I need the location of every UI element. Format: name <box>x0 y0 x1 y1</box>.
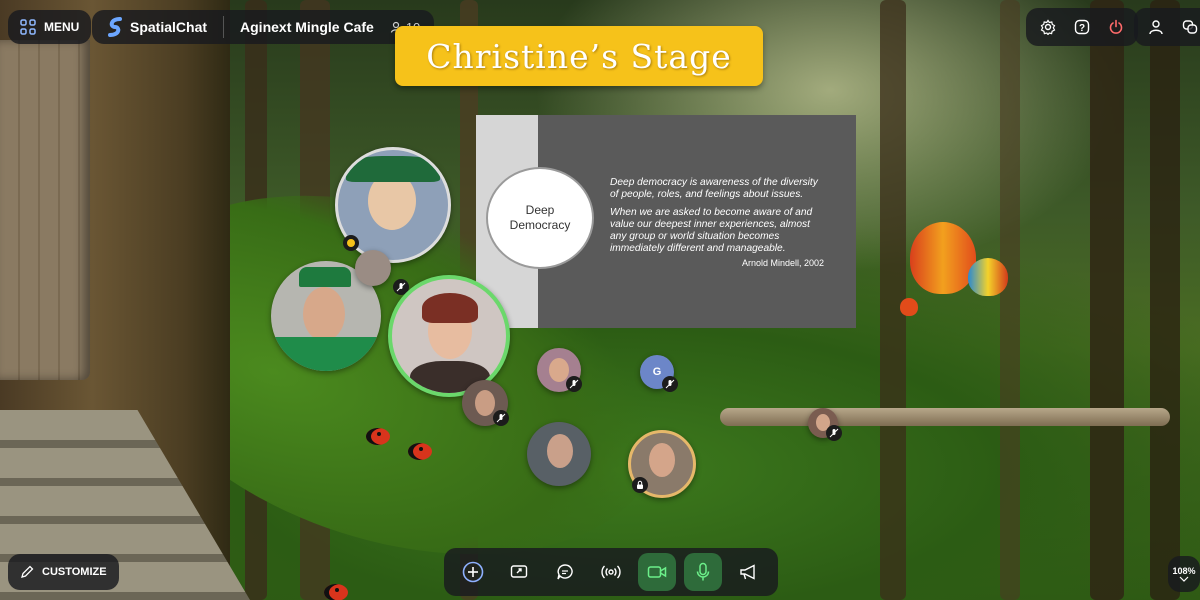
settings-group: ? <box>1026 8 1138 46</box>
quote-paragraph: When we are asked to become aware of and… <box>610 207 813 254</box>
cap <box>299 267 351 287</box>
face <box>649 443 675 477</box>
room-chat-button[interactable] <box>1176 13 1200 41</box>
avatar-initial: G <box>652 366 662 378</box>
participant-avatar[interactable] <box>355 250 391 286</box>
quote-paragraph: Deep democracy is awareness of the diver… <box>610 177 818 200</box>
crown-icon <box>347 239 355 247</box>
hot-air-balloon <box>900 298 918 316</box>
hot-air-balloon <box>910 222 976 294</box>
bottom-toolbar <box>444 548 778 596</box>
announce-button[interactable] <box>730 553 768 591</box>
chat-button[interactable] <box>546 553 584 591</box>
face <box>547 434 573 468</box>
ladybug <box>324 584 348 600</box>
chevron-down-icon <box>1179 576 1189 582</box>
camera-toggle[interactable] <box>638 553 676 591</box>
slide-circle: Deep Democracy <box>486 167 594 269</box>
ladybug <box>366 428 390 445</box>
chat-icon <box>557 564 573 580</box>
mic-off-icon <box>569 379 579 389</box>
tree-door <box>0 40 90 380</box>
tree-trunk <box>1090 0 1124 600</box>
muted-badge <box>566 376 582 392</box>
host-badge <box>343 235 359 251</box>
add-button[interactable] <box>454 553 492 591</box>
grid-menu-icon <box>20 19 36 35</box>
app-name: SpatialChat <box>130 19 208 35</box>
user-icon <box>1149 20 1163 35</box>
mic-off-icon <box>665 379 675 389</box>
app-logo: SpatialChat <box>106 16 207 38</box>
mic-off-icon <box>829 428 839 438</box>
svg-text:?: ? <box>1079 23 1085 34</box>
hair <box>422 293 478 323</box>
face <box>475 390 495 416</box>
quote-author: Arnold Mindell, 2002 <box>741 258 824 268</box>
megaphone-icon <box>740 564 755 580</box>
menu-button[interactable]: MENU <box>8 10 92 44</box>
participant-avatar[interactable] <box>527 422 591 486</box>
face <box>303 287 345 341</box>
room-name[interactable]: Aginext Mingle Cafe <box>240 19 374 35</box>
plus-icon <box>462 561 484 583</box>
room-header: SpatialChat Aginext Mingle Cafe 10 <box>92 10 435 44</box>
broadcast-button[interactable] <box>592 553 630 591</box>
lock-icon <box>637 480 643 489</box>
zoom-indicator[interactable]: 108% <box>1168 556 1200 592</box>
camera-icon <box>647 566 667 578</box>
hot-air-balloon <box>968 258 1008 296</box>
shared-screen[interactable]: Deep Democracy Deep democracy is awarene… <box>476 115 856 328</box>
settings-button[interactable] <box>1034 13 1062 41</box>
people-group <box>1134 8 1200 46</box>
pencil-icon <box>21 565 34 578</box>
customize-button[interactable]: CUSTOMIZE <box>8 554 119 590</box>
leave-button[interactable] <box>1102 13 1130 41</box>
help-button[interactable]: ? <box>1068 13 1096 41</box>
ladybug <box>408 443 432 460</box>
face <box>549 358 569 382</box>
broadcast-icon <box>601 565 621 579</box>
menu-label: MENU <box>44 20 80 34</box>
zoom-value: 108% <box>1172 566 1196 576</box>
customize-label: CUSTOMIZE <box>42 566 107 578</box>
stage-title-banner: Christine’s Stage <box>395 26 763 86</box>
header-divider <box>223 16 225 38</box>
spatialchat-logo-icon <box>108 17 122 37</box>
screen-share-icon <box>510 565 528 578</box>
shirt <box>271 337 381 371</box>
host-badge <box>632 477 648 493</box>
hat <box>346 156 440 182</box>
active-speaker-avatar[interactable] <box>388 275 510 397</box>
participants-button[interactable] <box>1142 13 1170 41</box>
gear-icon <box>1040 19 1056 35</box>
muted-badge <box>826 425 842 441</box>
mic-off-icon <box>396 282 406 292</box>
microphone-toggle[interactable] <box>684 553 722 591</box>
mic-off-icon <box>496 413 506 423</box>
power-icon <box>1109 19 1123 34</box>
stage-title: Christine’s Stage <box>426 36 732 76</box>
microphone-icon <box>696 562 710 581</box>
muted-badge <box>493 410 509 426</box>
fallen-log <box>720 408 1170 426</box>
muted-badge <box>662 376 678 392</box>
slide-circle-text: Deep Democracy <box>509 203 571 232</box>
tree-trunk <box>1000 0 1020 600</box>
chat-bubbles-icon <box>1182 20 1198 34</box>
slide-quote: Deep democracy is awareness of the diver… <box>610 177 828 261</box>
tree-trunk <box>1150 0 1180 600</box>
help-icon: ? <box>1074 19 1090 35</box>
share-screen-button[interactable] <box>500 553 538 591</box>
